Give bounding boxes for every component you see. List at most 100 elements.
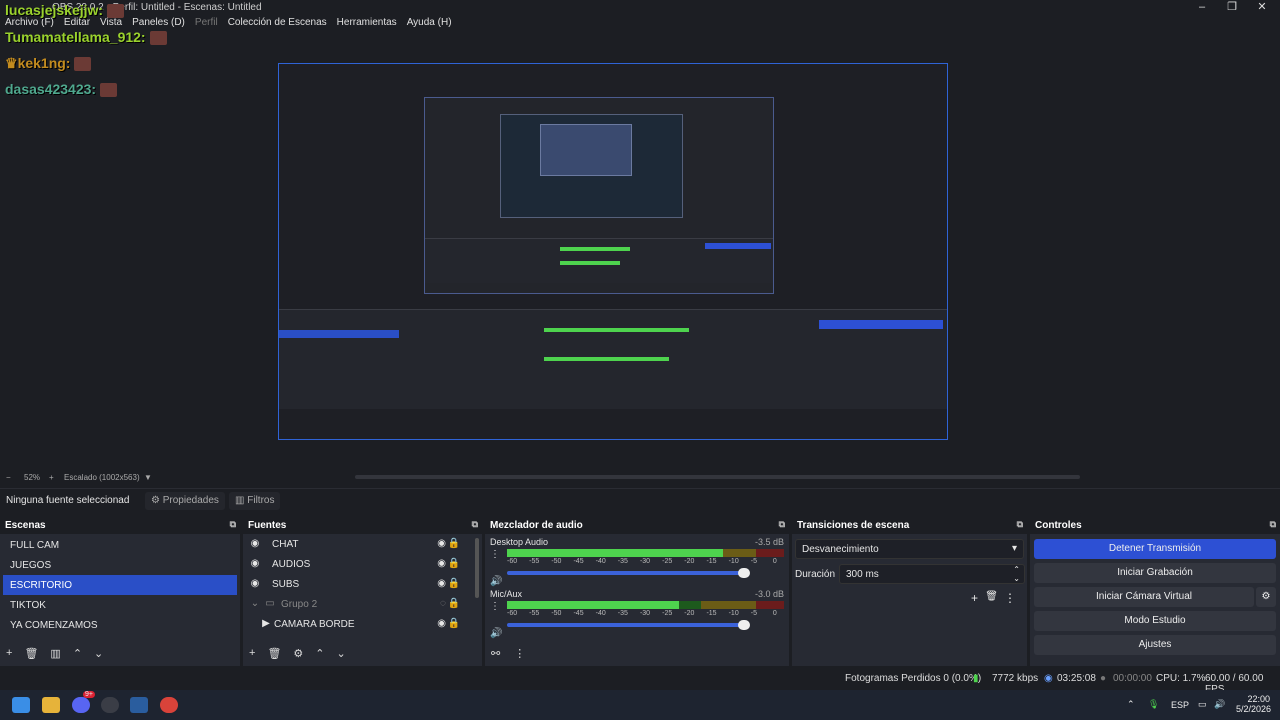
add-icon[interactable]: + bbox=[249, 647, 255, 660]
lock-icon[interactable]: 🔒 bbox=[448, 598, 460, 609]
slider-knob[interactable] bbox=[738, 568, 750, 578]
trash-icon[interactable]: 🗑 bbox=[267, 647, 281, 660]
undock-icon[interactable]: ⧉ bbox=[472, 519, 478, 530]
properties-button[interactable]: ⚙ Propiedades bbox=[145, 492, 225, 510]
eye-icon[interactable]: ◉ bbox=[437, 618, 446, 629]
transition-select[interactable]: Desvanecimiento ▾ bbox=[795, 539, 1024, 559]
speaker-icon[interactable]: 🔊 bbox=[490, 576, 502, 587]
eye-icon[interactable]: ◉ bbox=[437, 558, 446, 569]
meter-tick-label: -10 bbox=[728, 610, 739, 617]
close-icon[interactable]: ✕ bbox=[1246, 0, 1278, 16]
up-icon[interactable]: ⌃ bbox=[315, 647, 324, 660]
advanced-audio-icon[interactable]: ⚯ bbox=[491, 647, 500, 660]
source-item[interactable]: ◉ SUBS ◉ 🔒 bbox=[246, 575, 470, 595]
eye-icon[interactable]: ◉ bbox=[437, 538, 446, 549]
source-item[interactable]: ◉ AUDIOS ◉ 🔒 bbox=[246, 555, 470, 575]
lock-icon[interactable]: 🔒 bbox=[448, 578, 460, 589]
status-bar: Fotogramas Perdidos 0 (0.0%) ▮ 7772 kbps… bbox=[0, 668, 1280, 695]
start-virtual-camera-button[interactable]: Iniciar Cámara Virtual bbox=[1034, 587, 1254, 607]
chevron-down-icon[interactable]: ⌄ bbox=[249, 598, 261, 610]
tray-expand-icon[interactable]: ⌃ bbox=[1127, 699, 1135, 710]
filter-icon[interactable]: ▥ bbox=[50, 647, 60, 660]
menu-bar: Archivo (F) Editar Vista Paneles (D) Per… bbox=[0, 16, 1280, 32]
network-icon[interactable]: ▭ bbox=[1198, 699, 1207, 710]
file-explorer-icon[interactable] bbox=[42, 697, 60, 713]
discord-icon[interactable] bbox=[72, 697, 90, 713]
restore-icon[interactable]: ❐ bbox=[1216, 0, 1248, 16]
scene-item-selected[interactable]: ESCRITORIO bbox=[3, 575, 237, 595]
undock-icon[interactable]: ⧉ bbox=[1017, 519, 1023, 530]
menu-dots-icon[interactable]: ⋮ bbox=[490, 549, 500, 560]
undock-icon[interactable]: ⧉ bbox=[1270, 519, 1276, 530]
play-icon: ▶ bbox=[262, 618, 270, 629]
scale-dropdown-icon[interactable]: ▼ bbox=[144, 473, 152, 482]
slider-knob[interactable] bbox=[738, 620, 750, 630]
undock-icon[interactable]: ⧉ bbox=[230, 519, 236, 530]
volume-slider[interactable] bbox=[507, 568, 750, 578]
meter-tick-label: -35 bbox=[617, 558, 628, 565]
folder-icon: ▭ bbox=[265, 598, 275, 609]
scene-item[interactable]: YA COMENZAMOS bbox=[3, 615, 237, 635]
chrome-icon[interactable] bbox=[160, 697, 178, 713]
lock-icon[interactable]: 🔒 bbox=[448, 558, 460, 569]
mic-icon[interactable]: 🎙 bbox=[1148, 699, 1159, 710]
add-icon[interactable]: + bbox=[6, 647, 12, 660]
lock-icon[interactable]: 🔒 bbox=[448, 618, 460, 629]
eye-icon[interactable]: ◉ bbox=[437, 578, 446, 589]
settings-button[interactable]: Ajustes bbox=[1034, 635, 1276, 655]
undock-icon[interactable]: ⧉ bbox=[779, 519, 785, 530]
menu-help[interactable]: Ayuda (H) bbox=[402, 16, 457, 32]
spin-arrows-icon[interactable]: ⌃ ⌄ bbox=[1013, 565, 1020, 583]
zoom-in-button[interactable]: + bbox=[49, 473, 54, 482]
meter-tick-label: -40 bbox=[595, 610, 606, 617]
horizontal-scrollbar[interactable] bbox=[355, 475, 1080, 479]
chat-message: ♛kek1ng: bbox=[5, 55, 92, 72]
source-group[interactable]: ⌄ ▭ Grupo 2 ◌ 🔒 bbox=[246, 595, 470, 615]
lock-icon[interactable]: 🔒 bbox=[448, 538, 460, 549]
clock[interactable]: 22:00 5/2/2026 bbox=[1236, 694, 1271, 714]
down-icon[interactable]: ⌄ bbox=[337, 647, 346, 660]
start-recording-button[interactable]: Iniciar Grabación bbox=[1034, 563, 1276, 583]
studio-mode-button[interactable]: Modo Estudio bbox=[1034, 611, 1276, 631]
windows-start-icon[interactable] bbox=[12, 697, 30, 713]
stop-streaming-button[interactable]: Detener Transmisión bbox=[1034, 539, 1276, 559]
menu-dots-icon[interactable]: ⋮ bbox=[514, 647, 525, 660]
sources-header: Fuentes ⧉ bbox=[243, 516, 482, 534]
gear-icon[interactable]: ⚙ bbox=[293, 647, 303, 660]
sources-scrollbar[interactable] bbox=[475, 538, 479, 598]
scene-item[interactable]: FULL CAM bbox=[3, 535, 237, 555]
clock-time: 22:00 bbox=[1247, 694, 1270, 704]
source-item[interactable]: ▶ CAMARA BORDE ◉ 🔒 bbox=[246, 615, 470, 635]
volume-slider[interactable] bbox=[507, 620, 750, 630]
scene-item[interactable]: JUEGOS bbox=[3, 555, 237, 575]
steam-icon[interactable] bbox=[130, 697, 148, 713]
filters-button[interactable]: ▥ Filtros bbox=[229, 492, 281, 510]
menu-scene-collection[interactable]: Colección de Escenas bbox=[223, 16, 332, 32]
scene-item[interactable]: TIKTOK bbox=[3, 595, 237, 615]
emote-icon bbox=[74, 57, 92, 72]
menu-tools[interactable]: Herramientas bbox=[332, 16, 402, 32]
menu-dots-icon[interactable]: ⋮ bbox=[490, 601, 500, 612]
nested-capture-3 bbox=[500, 114, 683, 218]
language-indicator[interactable]: ESP bbox=[1171, 700, 1189, 710]
source-item[interactable]: ◉ CHAT ◉ 🔒 bbox=[246, 535, 470, 555]
down-icon[interactable]: ⌄ bbox=[94, 647, 103, 660]
chat-user: kek1ng: bbox=[17, 55, 71, 71]
obs-icon[interactable] bbox=[101, 697, 119, 713]
duration-spinbox[interactable]: 300 ms ⌃ ⌄ bbox=[839, 564, 1025, 584]
sources-title: Fuentes bbox=[248, 520, 287, 531]
eye-hidden-icon[interactable]: ◌ bbox=[440, 598, 446, 609]
gear-icon[interactable]: ⚙ bbox=[1256, 587, 1276, 607]
speaker-icon[interactable]: 🔊 bbox=[490, 628, 502, 639]
trash-icon[interactable]: 🗑 bbox=[985, 591, 998, 602]
add-transition-icon[interactable]: + bbox=[971, 591, 978, 605]
menu-dots-icon[interactable]: ⋮ bbox=[1004, 591, 1016, 605]
volume-icon[interactable]: 🔊 bbox=[1214, 699, 1225, 710]
meter-tick-label: -25 bbox=[662, 610, 673, 617]
minimize-icon[interactable]: – bbox=[1186, 0, 1218, 16]
menu-profile[interactable]: Perfil bbox=[190, 16, 223, 32]
meter-tick-label: 0 bbox=[772, 558, 777, 565]
trash-icon[interactable]: 🗑 bbox=[24, 647, 38, 660]
zoom-out-button[interactable]: − bbox=[6, 473, 11, 482]
up-icon[interactable]: ⌃ bbox=[73, 647, 82, 660]
